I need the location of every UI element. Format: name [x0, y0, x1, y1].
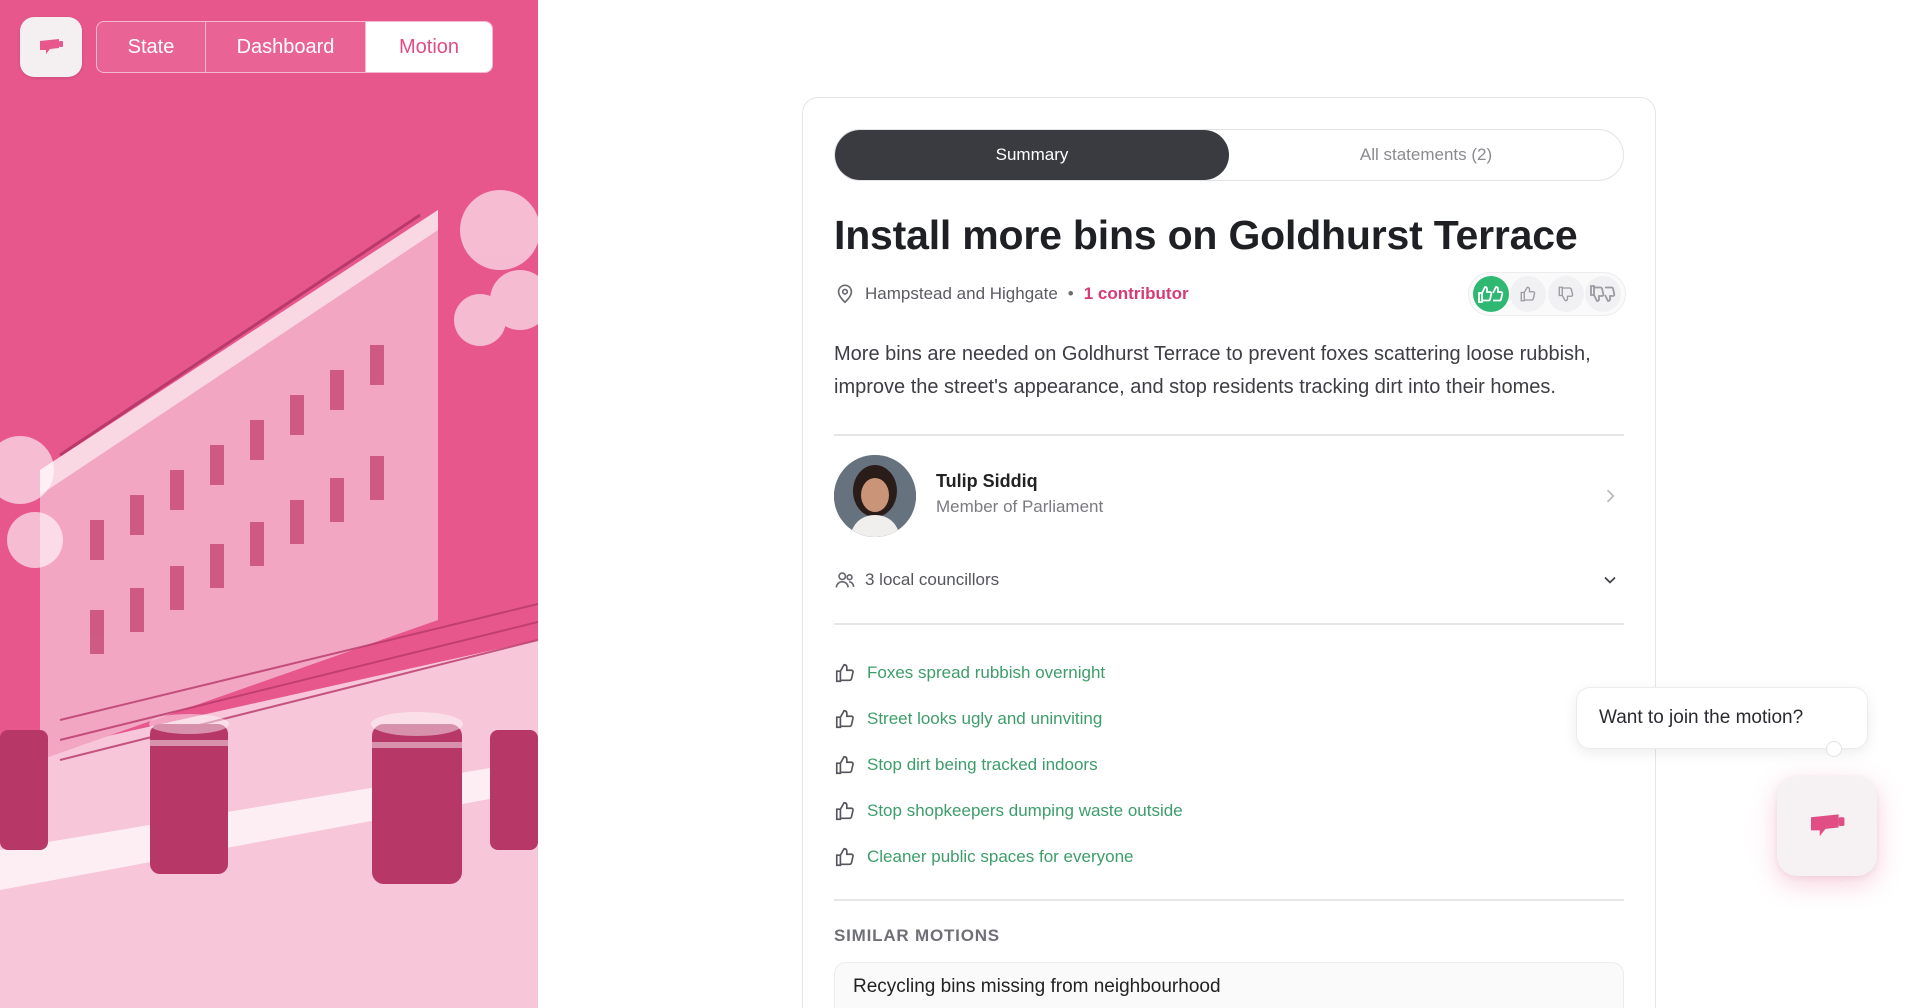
councillors-toggle[interactable]: 3 local councillors	[834, 566, 1624, 594]
flag-megaphone-icon	[1811, 814, 1845, 837]
double-thumbs-up-icon	[1477, 286, 1503, 303]
flag-megaphone-icon	[40, 39, 63, 54]
vote-agree-button[interactable]	[1510, 276, 1547, 312]
tab-state[interactable]: State	[97, 22, 206, 72]
tab-motion[interactable]: Motion	[366, 22, 492, 72]
tab-all-statements[interactable]: All statements (2)	[1229, 130, 1623, 180]
tab-dashboard[interactable]: Dashboard	[206, 22, 366, 72]
join-motion-prompt: Want to join the motion?	[1599, 707, 1804, 728]
vote-disagree-button[interactable]	[1547, 276, 1584, 312]
representative-name: Tulip Siddiq	[936, 471, 1038, 491]
thumbs-up-icon	[835, 755, 854, 775]
tooltip-tail	[1826, 741, 1842, 757]
reason-text: Stop shopkeepers dumping waste outside	[867, 801, 1183, 820]
thumbs-down-icon	[1558, 286, 1573, 302]
hero-panel: State Dashboard Motion	[0, 0, 538, 1008]
reason-text: Foxes spread rubbish overnight	[867, 663, 1106, 682]
vote-strongly-disagree-button[interactable]	[1585, 276, 1622, 312]
list-item: Foxes spread rubbish overnight	[834, 650, 1624, 696]
join-motion-button[interactable]	[1777, 776, 1877, 876]
meta-separator: •	[1067, 284, 1074, 303]
chevron-right-icon	[1606, 489, 1615, 503]
app-logo-button[interactable]	[20, 17, 82, 77]
people-icon	[835, 572, 855, 588]
divider	[834, 899, 1624, 901]
thumbs-up-icon	[835, 801, 854, 821]
thumbs-up-icon	[835, 847, 854, 867]
chevron-down-icon	[1604, 576, 1616, 584]
list-item: Street looks ugly and uninviting	[834, 696, 1624, 742]
tab-summary[interactable]: Summary	[835, 130, 1229, 180]
location-pin-icon	[837, 284, 853, 304]
councillors-label: 3 local councillors	[865, 570, 1000, 589]
similar-motion-title: Recycling bins missing from neighbourhoo…	[853, 976, 1221, 997]
motion-meta: Hampstead and Highgate • 1 contributor	[834, 280, 1189, 308]
divider	[834, 623, 1624, 625]
view-switcher: Summary All statements (2)	[834, 129, 1624, 181]
reason-text: Cleaner public spaces for everyone	[867, 847, 1134, 866]
representative-row[interactable]: Tulip Siddiq Member of Parliament	[834, 455, 1624, 537]
vote-strongly-agree-button[interactable]	[1472, 276, 1509, 312]
representative-role: Member of Parliament	[936, 497, 1104, 516]
motion-card: Summary All statements (2) Install more …	[802, 97, 1656, 1008]
list-item: Stop dirt being tracked indoors	[834, 742, 1624, 788]
similar-motions-heading: SIMILAR MOTIONS	[834, 926, 1000, 945]
similar-motion-card[interactable]: Recycling bins missing from neighbourhoo…	[834, 962, 1624, 1008]
location-label: Hampstead and Highgate	[865, 284, 1058, 303]
join-motion-tooltip: Want to join the motion?	[1576, 687, 1868, 749]
motion-title: Install more bins on Goldhurst Terrace	[834, 212, 1578, 258]
avatar	[834, 455, 916, 537]
thumbs-up-icon	[835, 663, 854, 683]
reason-text: Stop dirt being tracked indoors	[867, 755, 1098, 774]
reason-text: Street looks ugly and uninviting	[867, 709, 1103, 728]
motion-description: More bins are needed on Goldhurst Terrac…	[834, 343, 1591, 398]
divider	[834, 434, 1624, 436]
vote-selector	[1468, 272, 1626, 316]
double-thumbs-down-icon	[1590, 285, 1616, 302]
street-illustration	[0, 190, 538, 1008]
thumbs-up-icon	[1520, 286, 1536, 302]
reasons-list: Foxes spread rubbish overnight Street lo…	[834, 650, 1624, 880]
thumbs-up-icon	[835, 709, 854, 729]
top-nav: State Dashboard Motion	[96, 21, 493, 73]
contributors-link[interactable]: 1 contributor	[1084, 284, 1189, 304]
list-item: Stop shopkeepers dumping waste outside	[834, 788, 1624, 834]
list-item: Cleaner public spaces for everyone	[834, 834, 1624, 880]
